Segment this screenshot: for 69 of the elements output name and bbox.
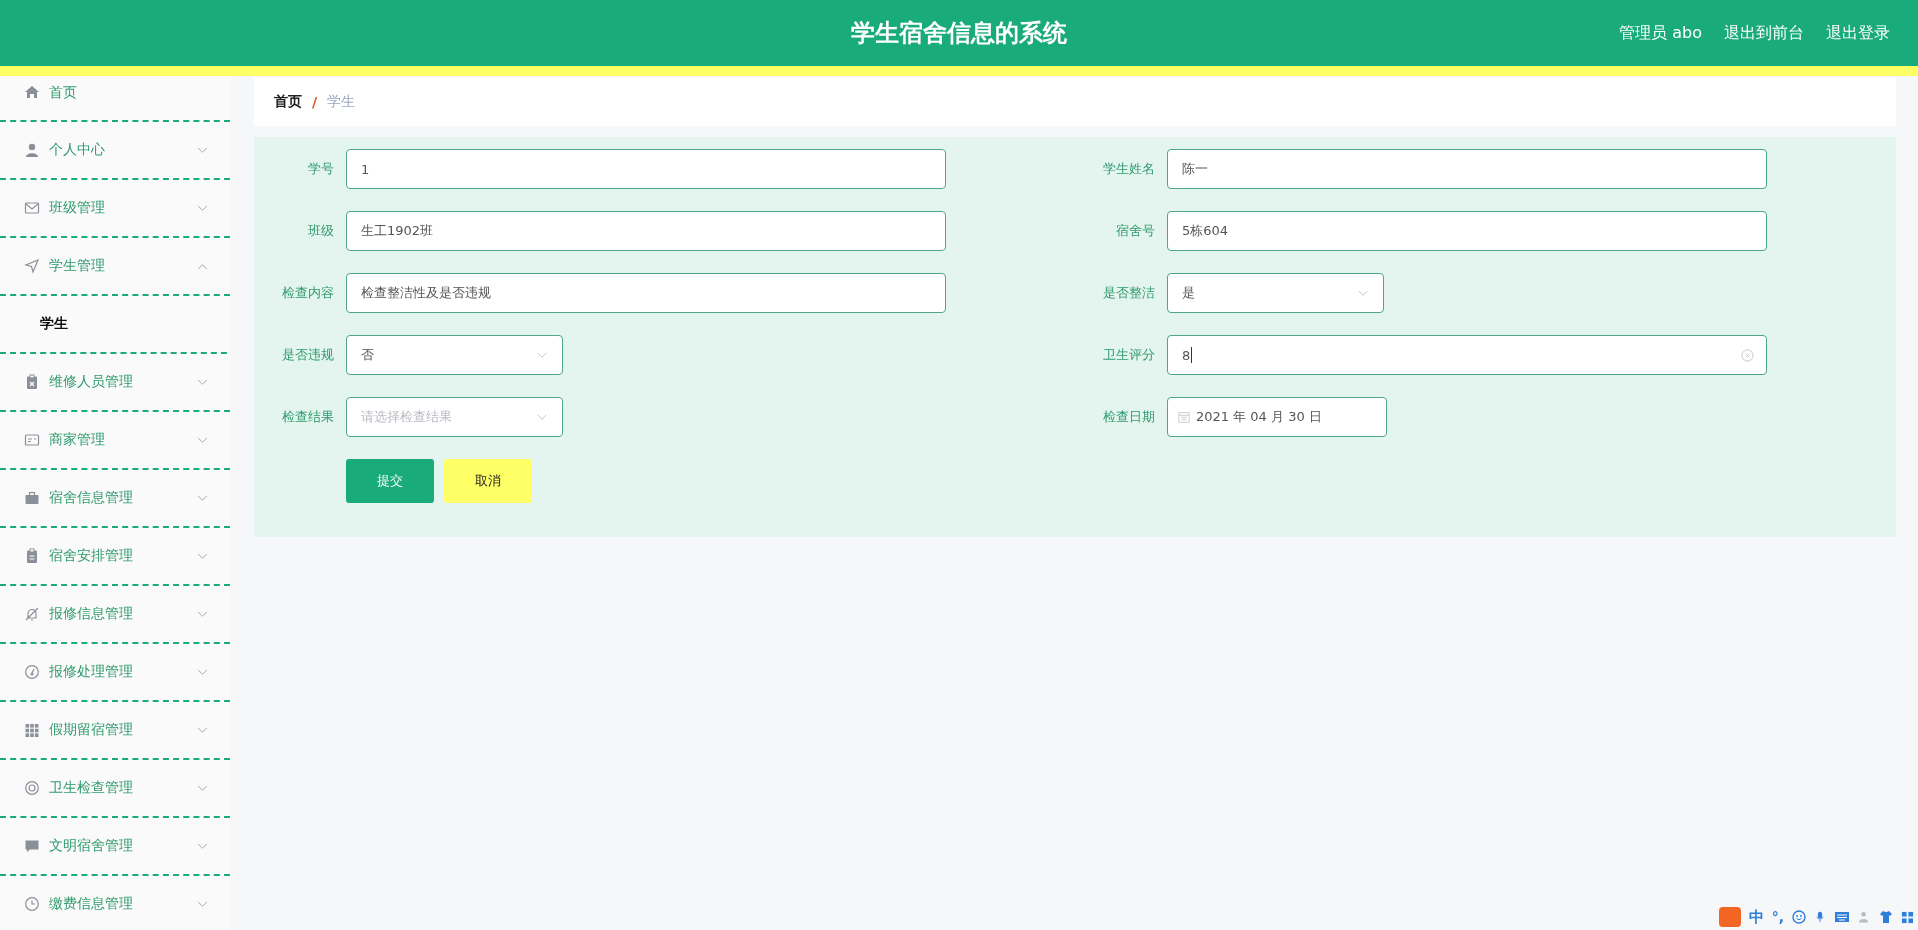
clipboard-icon bbox=[24, 374, 40, 390]
header-link[interactable]: 管理员 abo bbox=[1619, 22, 1702, 44]
lifebuoy-icon bbox=[24, 780, 40, 796]
header-link[interactable]: 退出到前台 bbox=[1724, 22, 1804, 44]
envelope-icon bbox=[24, 200, 40, 216]
field-label: 学号 bbox=[307, 160, 335, 178]
grid-icon[interactable] bbox=[1901, 910, 1914, 924]
input-field[interactable]: 检查整洁性及是否违规 bbox=[346, 273, 946, 313]
field-label: 是否整洁 bbox=[1102, 284, 1156, 302]
cancel-button[interactable]: 取消 bbox=[444, 459, 532, 503]
clipboard-icon bbox=[24, 548, 40, 564]
gauge-icon bbox=[24, 664, 40, 680]
clock-icon bbox=[24, 896, 40, 912]
sidebar-item[interactable]: 商家管理 bbox=[0, 412, 230, 470]
sidebar-item[interactable]: 文明宿舍管理 bbox=[0, 818, 230, 876]
ime-mode[interactable]: 中 bbox=[1748, 907, 1764, 927]
input-field[interactable]: 陈一 bbox=[1167, 149, 1767, 189]
sidebar-item[interactable]: 报修信息管理 bbox=[0, 586, 230, 644]
shirt-icon[interactable] bbox=[1879, 910, 1893, 924]
select-field[interactable]: 是 bbox=[1167, 273, 1384, 313]
field-label: 班级 bbox=[307, 222, 335, 240]
sidebar-item[interactable]: 首页 bbox=[0, 76, 230, 122]
input-field[interactable]: 8 bbox=[1167, 335, 1767, 375]
select-field[interactable]: 否 bbox=[346, 335, 563, 375]
sidebar-item[interactable]: 宿舍信息管理 bbox=[0, 470, 230, 528]
field-label: 检查内容 bbox=[281, 284, 335, 302]
input-field[interactable]: 5栋604 bbox=[1167, 211, 1767, 251]
sidebar-item[interactable]: 假期留宿管理 bbox=[0, 702, 230, 760]
ime-logo-icon[interactable] bbox=[1718, 907, 1741, 927]
sidebar-item[interactable]: 报修处理管理 bbox=[0, 644, 230, 702]
sidebar-item[interactable]: 学生管理 bbox=[0, 238, 230, 296]
breadcrumb-item: 学生 bbox=[327, 93, 356, 111]
sidebar-item[interactable]: 班级管理 bbox=[0, 180, 230, 238]
user-icon bbox=[24, 142, 40, 158]
sidebar-item[interactable]: 卫生检查管理 bbox=[0, 760, 230, 818]
header-link[interactable]: 退出登录 bbox=[1826, 22, 1890, 44]
bell-icon bbox=[24, 606, 40, 622]
chat-icon bbox=[24, 838, 40, 854]
send-icon bbox=[24, 258, 40, 274]
app-title: 学生宿舍信息的系统 bbox=[851, 18, 1067, 49]
date-field[interactable]: 2021 年 04 月 30 日 bbox=[1167, 397, 1387, 437]
breadcrumb-item[interactable]: 首页 bbox=[274, 93, 302, 111]
field-label: 是否违规 bbox=[281, 346, 335, 364]
field-label: 检查日期 bbox=[1102, 408, 1156, 426]
sidebar-item[interactable]: 缴费信息管理 bbox=[0, 876, 230, 930]
grid-icon bbox=[24, 722, 40, 738]
input-field[interactable]: 1 bbox=[346, 149, 946, 189]
chevron-icon bbox=[536, 351, 548, 359]
sidebar-item[interactable]: 维修人员管理 bbox=[0, 354, 230, 412]
field-label: 学生姓名 bbox=[1102, 160, 1156, 178]
calendar-icon bbox=[1178, 411, 1190, 423]
home-icon bbox=[24, 84, 40, 100]
ime-punctuation[interactable]: °, bbox=[1771, 909, 1784, 925]
chevron-icon bbox=[1357, 289, 1369, 297]
keyboard-icon[interactable] bbox=[1834, 911, 1850, 923]
field-label: 卫生评分 bbox=[1102, 346, 1156, 364]
briefcase-icon bbox=[24, 490, 40, 506]
submit-button[interactable]: 提交 bbox=[346, 459, 434, 503]
sidebar-item[interactable]: 个人中心 bbox=[0, 122, 230, 180]
smiley-icon[interactable] bbox=[1792, 910, 1806, 924]
microphone-icon[interactable] bbox=[1814, 910, 1826, 924]
chevron-icon bbox=[536, 413, 548, 421]
breadcrumb-separator: / bbox=[312, 94, 318, 110]
select-field[interactable]: 请选择检查结果 bbox=[346, 397, 563, 437]
input-field[interactable]: 生工1902班 bbox=[346, 211, 946, 251]
card-icon bbox=[24, 432, 40, 448]
sidebar-item[interactable]: 宿舍安排管理 bbox=[0, 528, 230, 586]
field-label: 检查结果 bbox=[281, 408, 335, 426]
field-label: 宿舍号 bbox=[1115, 222, 1156, 240]
